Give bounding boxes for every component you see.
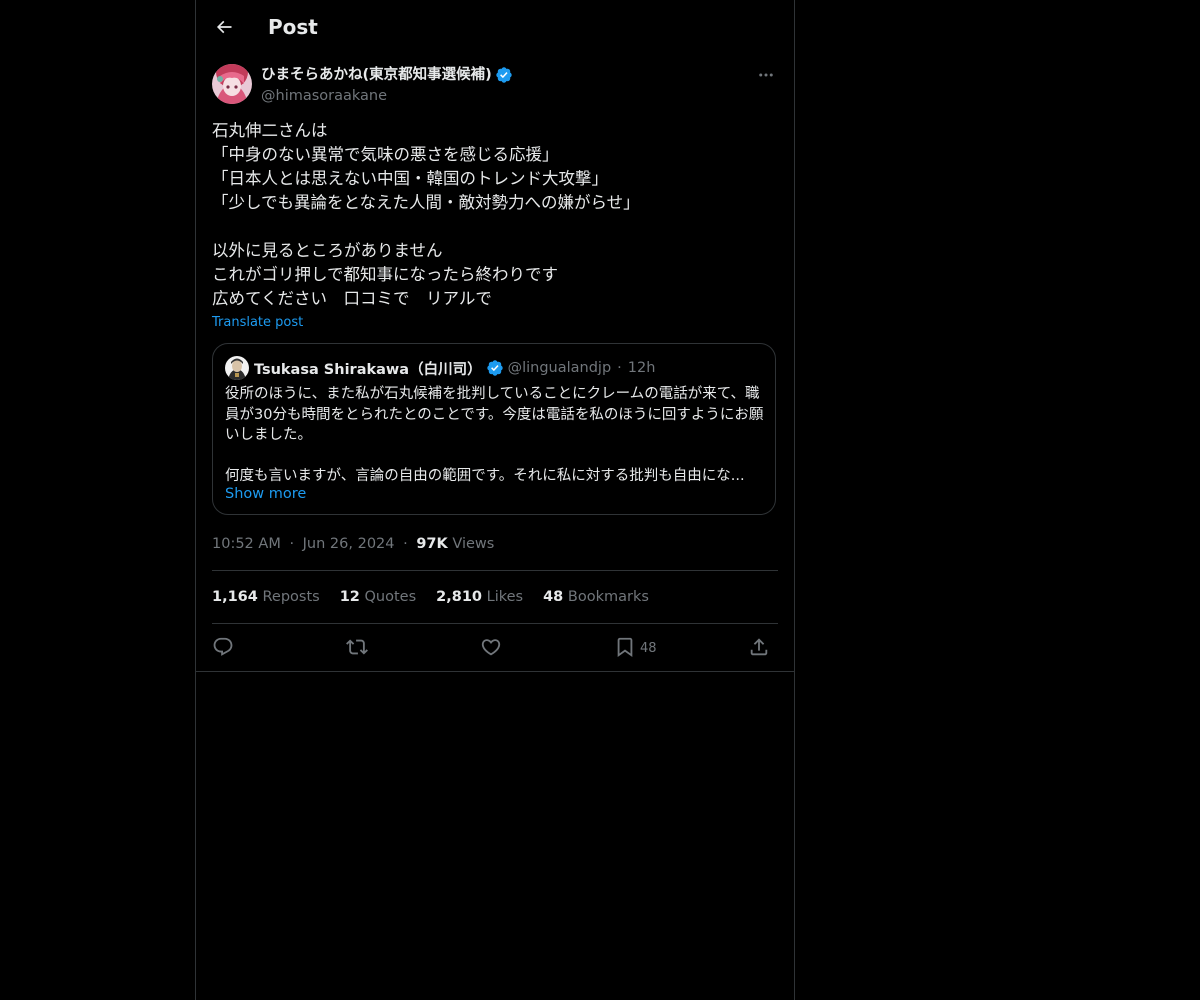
likes-count: 2,810 (436, 589, 483, 605)
quoted-post-header: Tsukasa Shirakawa（白川司） @lingualandjp · 1… (225, 356, 655, 380)
reply-icon (213, 637, 233, 656)
repost-icon (346, 639, 368, 655)
quotes-count: 12 (339, 589, 360, 605)
post-time[interactable]: 10:52 AM (212, 536, 281, 552)
divider (212, 623, 778, 624)
translate-post-link[interactable]: Translate post (212, 314, 303, 332)
likes-label: Likes (486, 589, 524, 605)
post-meta: 10:52 AM · Jun 26, 2024 · 97K Views (212, 534, 494, 554)
quoted-dot-separator: · (617, 360, 622, 376)
avatar[interactable] (212, 64, 252, 104)
repost-button[interactable] (346, 634, 368, 660)
reposts-stat[interactable]: 1,164 Reposts (212, 587, 320, 607)
engagement-stats: 1,164 Reposts 12 Quotes 2,810 Likes 48 B… (212, 587, 649, 607)
back-button[interactable] (208, 11, 240, 43)
views-count: 97K (416, 536, 448, 552)
post-text: 石丸伸二さんは 「中身のない異常で気味の悪さを感じる応援」 「日本人とは思えない… (212, 121, 640, 308)
more-options-button[interactable] (754, 64, 778, 86)
reply-button[interactable] (212, 634, 234, 660)
like-button[interactable] (480, 634, 502, 660)
more-horizontal-icon (759, 73, 773, 77)
views-label: Views (452, 536, 495, 552)
author-handle[interactable]: @himasoraakane (261, 86, 387, 106)
avatar-image (212, 64, 252, 104)
divider (196, 671, 794, 672)
post-author: ひまそらあかね(東京都知事選候補) @himasoraakane (212, 64, 778, 108)
quoted-post[interactable]: Tsukasa Shirakawa（白川司） @lingualandjp · 1… (212, 343, 776, 515)
quoted-post-text: 役所のほうに、また私が石丸候補を批判していることにクレームの電話が来て、職員が3… (225, 384, 765, 486)
likes-stat[interactable]: 2,810 Likes (436, 587, 523, 607)
arrow-left-icon (216, 20, 232, 34)
verified-badge-icon (496, 67, 512, 83)
bookmarks-label: Bookmarks (567, 589, 649, 605)
main-column: Post ひまそらあかね(東京都知事選候補) @himasoraakane 石丸… (195, 0, 795, 1000)
verified-badge-icon (486, 360, 503, 376)
show-more-link[interactable]: Show more (225, 484, 306, 504)
quoted-text-paragraph-2: 何度も言いますが、言論の自由の範囲です。それに私に対する批判も自由にな... (225, 467, 745, 484)
post-date[interactable]: Jun 26, 2024 (303, 536, 395, 552)
reposts-label: Reposts (262, 589, 320, 605)
quotes-stat[interactable]: 12 Quotes (340, 587, 416, 607)
quoted-time: 12h (627, 360, 656, 376)
bookmarks-count: 48 (543, 589, 564, 605)
quoted-text-paragraph-1: 役所のほうに、また私が石丸候補を批判していることにクレームの電話が来て、職員が3… (225, 386, 764, 443)
author-name[interactable]: ひまそらあかね(東京都知事選候補) (261, 65, 513, 85)
author-name-text: ひまそらあかね(東京都知事選候補) (261, 67, 492, 83)
heart-icon (481, 639, 501, 656)
share-button[interactable] (748, 634, 770, 660)
header: Post (196, 0, 794, 54)
page-title: Post (268, 15, 318, 39)
quotes-label: Quotes (364, 589, 417, 605)
meta-dot: · (403, 536, 408, 552)
divider (212, 570, 778, 571)
action-bar: 48 (212, 634, 778, 660)
reposts-count: 1,164 (212, 589, 258, 605)
bookmark-count: 48 (640, 641, 657, 656)
bookmarks-stat[interactable]: 48 Bookmarks (543, 587, 649, 607)
quoted-avatar (225, 356, 249, 380)
bookmark-icon (617, 637, 633, 658)
quoted-paragraph-gap (225, 446, 765, 466)
bookmark-button[interactable]: 48 (614, 634, 657, 660)
quoted-author-handle: @lingualandjp (507, 360, 612, 376)
meta-dot: · (289, 536, 295, 552)
share-icon (750, 638, 768, 656)
quoted-author-name: Tsukasa Shirakawa（白川司） (254, 361, 482, 378)
quoted-avatar-image (225, 356, 249, 380)
